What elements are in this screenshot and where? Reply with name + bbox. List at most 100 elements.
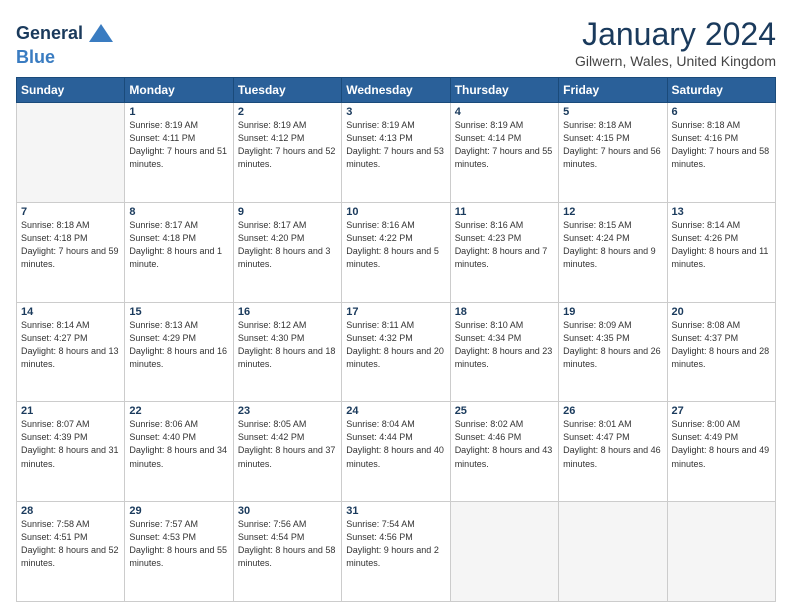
day-number: 12 [563,206,662,218]
page: General Blue January 2024 Gilwern, Wales… [0,0,792,612]
day-number: 17 [346,306,445,318]
day-info: Sunrise: 8:17 AMSunset: 4:18 PMDaylight:… [129,219,228,271]
day-number: 6 [672,106,771,118]
day-number: 20 [672,306,771,318]
day-number: 9 [238,206,337,218]
day-info: Sunrise: 8:12 AMSunset: 4:30 PMDaylight:… [238,319,337,371]
calendar-cell: 5Sunrise: 8:18 AMSunset: 4:15 PMDaylight… [559,103,667,203]
calendar-cell: 10Sunrise: 8:16 AMSunset: 4:22 PMDayligh… [342,202,450,302]
day-info: Sunrise: 8:18 AMSunset: 4:18 PMDaylight:… [21,219,120,271]
calendar-table: SundayMondayTuesdayWednesdayThursdayFrid… [16,77,776,602]
day-number: 5 [563,106,662,118]
calendar-cell: 12Sunrise: 8:15 AMSunset: 4:24 PMDayligh… [559,202,667,302]
day-number: 1 [129,106,228,118]
calendar-cell: 14Sunrise: 8:14 AMSunset: 4:27 PMDayligh… [17,302,125,402]
calendar-cell: 23Sunrise: 8:05 AMSunset: 4:42 PMDayligh… [233,402,341,502]
weekday-saturday: Saturday [667,78,775,103]
day-info: Sunrise: 8:14 AMSunset: 4:27 PMDaylight:… [21,319,120,371]
week-row-4: 28Sunrise: 7:58 AMSunset: 4:51 PMDayligh… [17,502,776,602]
calendar-cell: 8Sunrise: 8:17 AMSunset: 4:18 PMDaylight… [125,202,233,302]
day-info: Sunrise: 8:07 AMSunset: 4:39 PMDaylight:… [21,418,120,470]
day-info: Sunrise: 8:17 AMSunset: 4:20 PMDaylight:… [238,219,337,271]
day-number: 25 [455,405,554,417]
day-info: Sunrise: 8:14 AMSunset: 4:26 PMDaylight:… [672,219,771,271]
day-info: Sunrise: 7:54 AMSunset: 4:56 PMDaylight:… [346,518,445,570]
calendar-cell [559,502,667,602]
day-number: 11 [455,206,554,218]
day-number: 15 [129,306,228,318]
day-info: Sunrise: 8:00 AMSunset: 4:49 PMDaylight:… [672,418,771,470]
day-info: Sunrise: 8:15 AMSunset: 4:24 PMDaylight:… [563,219,662,271]
day-info: Sunrise: 8:16 AMSunset: 4:22 PMDaylight:… [346,219,445,271]
day-info: Sunrise: 8:18 AMSunset: 4:16 PMDaylight:… [672,119,771,171]
calendar-cell: 4Sunrise: 8:19 AMSunset: 4:14 PMDaylight… [450,103,558,203]
calendar-cell: 1Sunrise: 8:19 AMSunset: 4:11 PMDaylight… [125,103,233,203]
day-number: 13 [672,206,771,218]
day-number: 2 [238,106,337,118]
calendar-cell: 24Sunrise: 8:04 AMSunset: 4:44 PMDayligh… [342,402,450,502]
day-info: Sunrise: 8:04 AMSunset: 4:44 PMDaylight:… [346,418,445,470]
title-block: January 2024 Gilwern, Wales, United King… [575,16,776,69]
day-number: 30 [238,505,337,517]
calendar-cell: 16Sunrise: 8:12 AMSunset: 4:30 PMDayligh… [233,302,341,402]
calendar-cell: 29Sunrise: 7:57 AMSunset: 4:53 PMDayligh… [125,502,233,602]
calendar-cell [667,502,775,602]
day-info: Sunrise: 8:19 AMSunset: 4:14 PMDaylight:… [455,119,554,171]
calendar-cell: 13Sunrise: 8:14 AMSunset: 4:26 PMDayligh… [667,202,775,302]
calendar-cell: 17Sunrise: 8:11 AMSunset: 4:32 PMDayligh… [342,302,450,402]
day-info: Sunrise: 8:19 AMSunset: 4:11 PMDaylight:… [129,119,228,171]
calendar-cell: 20Sunrise: 8:08 AMSunset: 4:37 PMDayligh… [667,302,775,402]
day-number: 21 [21,405,120,417]
week-row-0: 1Sunrise: 8:19 AMSunset: 4:11 PMDaylight… [17,103,776,203]
logo-line2: Blue [16,48,115,68]
logo: General Blue [16,20,115,68]
calendar-cell: 2Sunrise: 8:19 AMSunset: 4:12 PMDaylight… [233,103,341,203]
weekday-thursday: Thursday [450,78,558,103]
calendar-cell: 3Sunrise: 8:19 AMSunset: 4:13 PMDaylight… [342,103,450,203]
day-info: Sunrise: 8:16 AMSunset: 4:23 PMDaylight:… [455,219,554,271]
day-info: Sunrise: 8:01 AMSunset: 4:47 PMDaylight:… [563,418,662,470]
header: General Blue January 2024 Gilwern, Wales… [16,16,776,69]
calendar-cell: 6Sunrise: 8:18 AMSunset: 4:16 PMDaylight… [667,103,775,203]
calendar-title: January 2024 [575,16,776,53]
day-info: Sunrise: 7:56 AMSunset: 4:54 PMDaylight:… [238,518,337,570]
weekday-wednesday: Wednesday [342,78,450,103]
calendar-cell: 18Sunrise: 8:10 AMSunset: 4:34 PMDayligh… [450,302,558,402]
day-info: Sunrise: 8:19 AMSunset: 4:12 PMDaylight:… [238,119,337,171]
day-info: Sunrise: 7:57 AMSunset: 4:53 PMDaylight:… [129,518,228,570]
day-info: Sunrise: 8:11 AMSunset: 4:32 PMDaylight:… [346,319,445,371]
calendar-cell: 31Sunrise: 7:54 AMSunset: 4:56 PMDayligh… [342,502,450,602]
day-number: 31 [346,505,445,517]
day-info: Sunrise: 8:06 AMSunset: 4:40 PMDaylight:… [129,418,228,470]
day-number: 18 [455,306,554,318]
day-info: Sunrise: 8:05 AMSunset: 4:42 PMDaylight:… [238,418,337,470]
calendar-cell: 11Sunrise: 8:16 AMSunset: 4:23 PMDayligh… [450,202,558,302]
day-info: Sunrise: 8:02 AMSunset: 4:46 PMDaylight:… [455,418,554,470]
day-number: 24 [346,405,445,417]
day-info: Sunrise: 8:13 AMSunset: 4:29 PMDaylight:… [129,319,228,371]
week-row-1: 7Sunrise: 8:18 AMSunset: 4:18 PMDaylight… [17,202,776,302]
weekday-monday: Monday [125,78,233,103]
calendar-subtitle: Gilwern, Wales, United Kingdom [575,53,776,69]
day-number: 3 [346,106,445,118]
calendar-cell: 22Sunrise: 8:06 AMSunset: 4:40 PMDayligh… [125,402,233,502]
weekday-tuesday: Tuesday [233,78,341,103]
day-number: 7 [21,206,120,218]
week-row-2: 14Sunrise: 8:14 AMSunset: 4:27 PMDayligh… [17,302,776,402]
calendar-cell: 21Sunrise: 8:07 AMSunset: 4:39 PMDayligh… [17,402,125,502]
calendar-cell: 25Sunrise: 8:02 AMSunset: 4:46 PMDayligh… [450,402,558,502]
day-number: 27 [672,405,771,417]
day-number: 8 [129,206,228,218]
calendar-cell: 15Sunrise: 8:13 AMSunset: 4:29 PMDayligh… [125,302,233,402]
calendar-cell: 19Sunrise: 8:09 AMSunset: 4:35 PMDayligh… [559,302,667,402]
day-number: 23 [238,405,337,417]
weekday-sunday: Sunday [17,78,125,103]
day-info: Sunrise: 8:08 AMSunset: 4:37 PMDaylight:… [672,319,771,371]
day-number: 4 [455,106,554,118]
day-number: 22 [129,405,228,417]
day-number: 19 [563,306,662,318]
calendar-cell: 7Sunrise: 8:18 AMSunset: 4:18 PMDaylight… [17,202,125,302]
calendar-cell: 26Sunrise: 8:01 AMSunset: 4:47 PMDayligh… [559,402,667,502]
calendar-cell [450,502,558,602]
calendar-cell: 27Sunrise: 8:00 AMSunset: 4:49 PMDayligh… [667,402,775,502]
